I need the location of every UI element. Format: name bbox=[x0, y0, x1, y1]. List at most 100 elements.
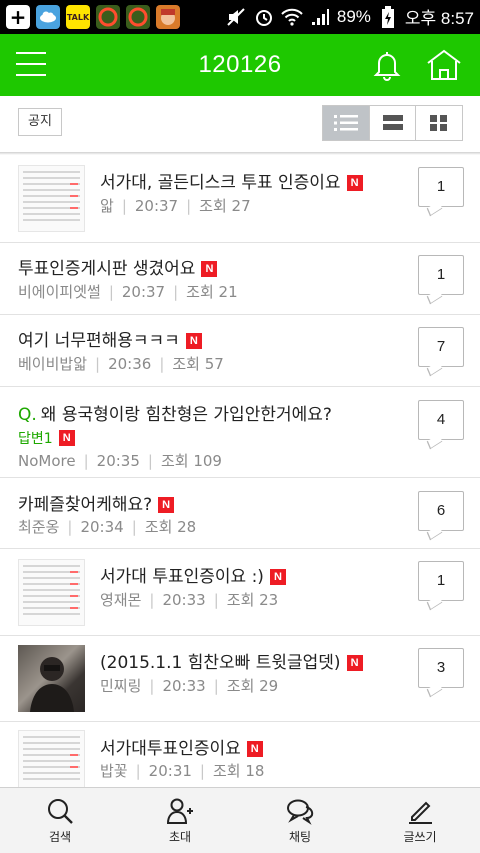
invite-user-icon bbox=[166, 798, 193, 824]
post-time: 20:34 bbox=[80, 518, 124, 536]
post-author: 비에이피엣썰 bbox=[18, 283, 101, 301]
post-views: 조회 57 bbox=[172, 355, 224, 373]
post-time: 20:36 bbox=[108, 355, 152, 373]
nav-label: 초대 bbox=[168, 830, 192, 844]
post-views: 조회 28 bbox=[144, 518, 197, 536]
post-time: 20:33 bbox=[162, 677, 206, 695]
post-title: 서가대 투표인증이요 :) bbox=[100, 567, 264, 587]
compact-view-button[interactable] bbox=[369, 106, 417, 140]
app-icon bbox=[126, 5, 150, 29]
post-author: 베이비밥앏 bbox=[18, 355, 88, 373]
post-views: 조회 18 bbox=[212, 762, 265, 780]
alarm-icon bbox=[253, 6, 275, 28]
comment-count-bubble[interactable]: 7 bbox=[418, 327, 464, 367]
nav-label: 채팅 bbox=[288, 830, 312, 844]
post-row[interactable]: 여기 너무편해용ㅋㅋㅋ N 베이비밥앏 | 20:36 | 조회 57 7 bbox=[0, 315, 480, 387]
post-views: 조회 29 bbox=[226, 677, 279, 695]
post-time: 20:37 bbox=[134, 197, 179, 215]
new-badge: N bbox=[346, 175, 363, 191]
plus-icon: + bbox=[6, 5, 30, 29]
post-author: 앏 bbox=[100, 197, 114, 215]
post-time: 20:37 bbox=[121, 283, 166, 301]
post-views: 조회 23 bbox=[226, 591, 279, 609]
new-badge: N bbox=[58, 430, 75, 446]
battery-percent: 89% bbox=[336, 6, 371, 26]
mute-icon bbox=[225, 6, 247, 28]
grid-view-button[interactable] bbox=[416, 106, 463, 140]
post-views: 조회 27 bbox=[199, 197, 251, 215]
nav-chat[interactable]: 채팅 bbox=[240, 788, 360, 853]
post-row[interactable]: Q. 왜 용국형이랑 힘찬형은 가입안한거에요? 답변1 N NoMore | 20:3… bbox=[0, 387, 480, 478]
page-title: 120126 bbox=[198, 51, 282, 78]
new-badge: N bbox=[201, 261, 218, 277]
cloud-icon bbox=[36, 5, 60, 29]
post-row[interactable]: 서가대, 골든디스크 투표 인증이요 N 앏 | 20:37 | 조회 27 1 bbox=[0, 156, 480, 243]
post-row[interactable]: 카페즐찾어케해요? N 최준옹 | 20:34 | 조회 28 6 bbox=[0, 478, 480, 549]
battery-icon bbox=[377, 5, 399, 28]
notice-button[interactable]: 공지 bbox=[18, 108, 62, 136]
write-icon bbox=[409, 801, 432, 824]
bottom-nav: 검색 초대 채팅 글쓰기 bbox=[0, 787, 480, 853]
grid-view-icon bbox=[430, 115, 448, 131]
post-author: 영재몬 bbox=[100, 591, 142, 609]
new-badge: N bbox=[158, 497, 175, 513]
post-title: 카페즐찾어케해요? bbox=[18, 495, 153, 515]
status-bar: + TALK 89% 오후 8:57 bbox=[0, 0, 480, 34]
new-badge: N bbox=[185, 333, 202, 349]
post-time: 20:33 bbox=[162, 591, 206, 609]
view-mode-switch bbox=[322, 105, 463, 141]
nav-write[interactable]: 글쓰기 bbox=[360, 788, 480, 853]
post-title: 왜 용국형이랑 힘찬형은 가입안한거에요? bbox=[40, 405, 332, 425]
list-view-icon bbox=[333, 115, 358, 131]
comment-count-bubble[interactable]: 1 bbox=[418, 561, 464, 601]
nav-invite[interactable]: 초대 bbox=[120, 788, 240, 853]
post-author: 민찌링 bbox=[100, 677, 142, 695]
list-view-button[interactable] bbox=[323, 106, 370, 140]
app-icon bbox=[96, 5, 120, 29]
post-title: (2015.1.1 힘찬오빠 트윗글업뎃) bbox=[100, 653, 341, 673]
post-time: 20:35 bbox=[96, 452, 140, 470]
post-title: 서가대, 골든디스크 투표 인증이요 bbox=[100, 173, 341, 193]
nav-label: 글쓰기 bbox=[403, 830, 437, 844]
app-bar: 120126 bbox=[0, 34, 480, 96]
signal-icon bbox=[309, 6, 331, 28]
post-row[interactable]: 서가대투표인증이요 N 밥꽃 | 20:31 | 조회 18 bbox=[0, 722, 480, 787]
post-row[interactable]: 서가대 투표인증이요 :) N 영재몬 | 20:33 | 조회 23 1 bbox=[0, 549, 480, 636]
new-badge: N bbox=[269, 569, 286, 585]
nav-label: 검색 bbox=[48, 830, 72, 844]
question-label: Q. bbox=[18, 405, 37, 425]
nav-search[interactable]: 검색 bbox=[0, 788, 120, 853]
post-list[interactable]: 서가대, 골든디스크 투표 인증이요 N 앏 | 20:37 | 조회 27 1 투표인증… bbox=[0, 156, 480, 787]
comment-count-bubble[interactable]: 4 bbox=[418, 400, 464, 440]
compact-view-icon bbox=[382, 115, 403, 130]
post-thumbnail bbox=[18, 730, 85, 787]
post-row[interactable]: (2015.1.1 힘찬오빠 트윗글업뎃) N 민찌링 | 20:33 | 조회 29 3 bbox=[0, 636, 480, 722]
post-views: 조회 21 bbox=[186, 283, 238, 301]
comment-count-bubble[interactable]: 1 bbox=[418, 167, 464, 207]
list-toolbar: 공지 bbox=[0, 96, 480, 154]
chat-icon bbox=[287, 799, 314, 825]
game-icon bbox=[156, 5, 180, 29]
post-author: 밥꽃 bbox=[100, 762, 128, 780]
new-badge: N bbox=[346, 655, 363, 671]
talk-label: TALK bbox=[66, 12, 90, 22]
toolbar-shadow bbox=[0, 152, 480, 155]
comment-count-bubble[interactable]: 1 bbox=[418, 255, 464, 295]
post-views: 조회 109 bbox=[160, 452, 222, 470]
answer-count: 답변1 bbox=[18, 431, 53, 447]
post-title: 서가대투표인증이요 bbox=[100, 739, 241, 759]
post-row[interactable]: 투표인증게시판 생겼어요 N 비에이피엣썰 | 20:37 | 조회 21 1 bbox=[0, 243, 480, 315]
talk-icon: TALK bbox=[66, 5, 90, 29]
new-badge: N bbox=[246, 741, 263, 757]
home-icon[interactable] bbox=[424, 48, 464, 82]
search-icon bbox=[48, 799, 73, 824]
post-thumbnail bbox=[18, 645, 85, 712]
post-thumbnail bbox=[18, 165, 85, 232]
post-thumbnail bbox=[18, 559, 85, 626]
comment-count-bubble[interactable]: 3 bbox=[418, 648, 464, 688]
post-title: 여기 너무편해용ㅋㅋㅋ bbox=[18, 331, 180, 351]
post-author: NoMore bbox=[18, 452, 76, 470]
bell-icon[interactable] bbox=[370, 48, 404, 82]
comment-count-bubble[interactable]: 6 bbox=[418, 491, 464, 531]
post-time: 20:31 bbox=[148, 762, 192, 780]
